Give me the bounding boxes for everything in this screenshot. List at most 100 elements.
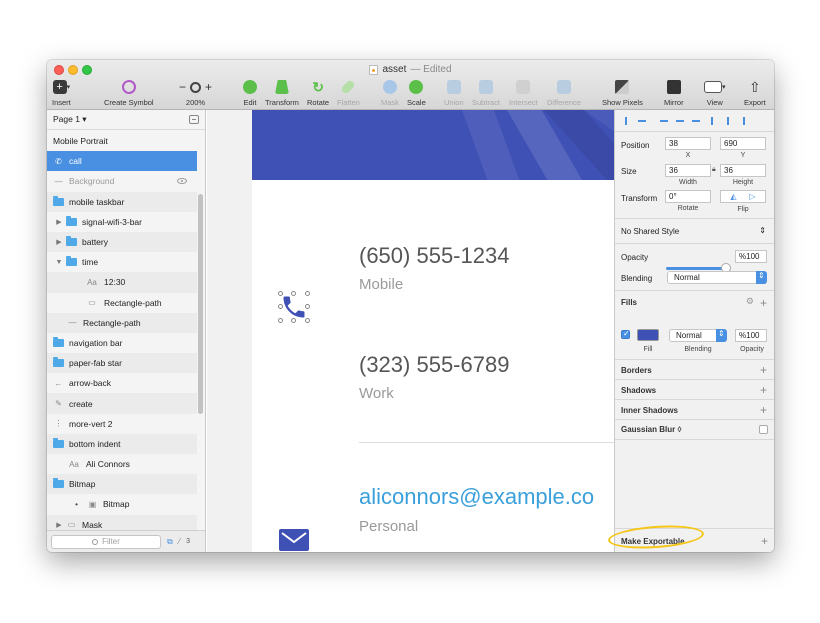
disclosure-right-icon[interactable]: ▶	[55, 218, 63, 226]
flatten-button[interactable]: Flatten	[337, 78, 360, 107]
resize-handle[interactable]	[278, 304, 283, 309]
lock-icon[interactable]: 🔒︎	[712, 166, 716, 174]
align-middle-icon[interactable]	[723, 116, 733, 126]
layers-scrollbar[interactable]	[198, 194, 203, 414]
mirror-icon	[666, 80, 681, 94]
layer-row[interactable]: ← arrow-back	[47, 373, 197, 393]
document-icon	[369, 64, 379, 75]
resize-handle[interactable]	[305, 291, 310, 296]
align-bottom-icon[interactable]	[739, 116, 749, 126]
layer-row[interactable]: ✎ create	[47, 393, 197, 414]
resize-handle[interactable]	[291, 291, 296, 296]
call-icon-selection[interactable]	[278, 291, 310, 323]
collapse-icon[interactable]	[189, 115, 199, 124]
subtract-button[interactable]: Subtract	[472, 78, 500, 107]
fill-enabled-checkbox[interactable]	[621, 329, 630, 339]
layer-row[interactable]: — Background	[47, 171, 197, 191]
blending-select[interactable]: Normal	[667, 271, 767, 284]
opacity-field[interactable]: %100	[735, 250, 767, 263]
add-inner-shadow-button[interactable]: +	[760, 404, 767, 416]
canvas[interactable]: (650) 555-1234 Mobile (323) 555-6789 Wor…	[207, 110, 614, 552]
zoom-in-button[interactable]: +	[205, 80, 212, 94]
layer-row[interactable]: ▼ time	[47, 252, 197, 272]
disclosure-right-icon[interactable]: ▶	[55, 238, 63, 246]
layer-row-selected[interactable]: ✆ call	[47, 151, 197, 172]
shared-style-select[interactable]: No Shared Style	[621, 227, 679, 236]
disclosure-right-icon[interactable]: ▶	[55, 521, 63, 529]
resize-handle[interactable]	[305, 304, 310, 309]
scale-button[interactable]: Scale	[407, 78, 426, 107]
height-field[interactable]: 36	[720, 164, 766, 177]
layer-row[interactable]: Aa 12:30	[47, 272, 197, 293]
layer-row[interactable]: Aa Ali Connors	[47, 454, 197, 474]
add-shadow-button[interactable]: +	[760, 384, 767, 396]
insert-button[interactable]: + ▾ Insert	[52, 78, 71, 107]
transform-button[interactable]: Transform	[265, 78, 299, 107]
layer-row[interactable]: • ▣ Bitmap	[47, 494, 197, 514]
edit-button[interactable]: Edit	[243, 78, 257, 107]
gear-icon[interactable]: ⚙	[746, 296, 754, 307]
add-fill-button[interactable]: +	[760, 297, 767, 309]
view-button[interactable]: ▾ View	[704, 78, 726, 107]
flip-control[interactable]: ◭ ▷	[720, 190, 766, 203]
artboard-mobile-portrait[interactable]: (650) 555-1234 Mobile (323) 555-6789 Wor…	[252, 110, 614, 552]
add-export-button[interactable]: +	[761, 535, 768, 547]
rotate-icon: ↻	[312, 78, 324, 95]
stepper-icon[interactable]	[716, 329, 727, 342]
rotate-button[interactable]: ↻ Rotate	[307, 78, 329, 108]
stepper-icon[interactable]	[756, 271, 767, 284]
gaussian-blur-select[interactable]: Gaussian Blur ◊	[621, 425, 681, 434]
disclosure-down-icon[interactable]: ▼	[55, 259, 63, 266]
fill-opacity-field[interactable]: %100	[735, 329, 767, 342]
layer-row[interactable]: mobile taskbar	[47, 191, 197, 212]
mirror-button[interactable]: Mirror	[664, 78, 684, 107]
position-y-field[interactable]: 690	[720, 137, 766, 150]
layer-row[interactable]: ▶ battery	[47, 231, 197, 253]
layer-row[interactable]: — Rectangle-path	[47, 312, 197, 333]
eye-icon[interactable]	[177, 178, 187, 185]
layer-row[interactable]: ⋮ more-vert 2	[47, 414, 197, 434]
page-selector[interactable]: Page 1 ▾	[47, 110, 205, 130]
layer-row[interactable]: ▭ Rectangle-path	[47, 293, 197, 313]
distribute-h-icon[interactable]	[659, 116, 669, 126]
export-button[interactable]: ⇧ Export	[744, 78, 766, 108]
fill-color-swatch[interactable]	[637, 329, 659, 341]
resize-handle[interactable]	[305, 318, 310, 323]
difference-button[interactable]: Difference	[547, 78, 581, 107]
layer-row[interactable]: navigation bar	[47, 333, 197, 353]
layer-row[interactable]: Bitmap	[47, 474, 197, 495]
add-border-button[interactable]: +	[760, 364, 767, 376]
resize-handle[interactable]	[291, 318, 296, 323]
resize-handle[interactable]	[278, 318, 283, 323]
layer-row[interactable]: ▶ signal-wifi-3-bar	[47, 212, 197, 232]
align-left-icon[interactable]	[621, 116, 631, 126]
show-pixels-button[interactable]: Show Pixels	[602, 78, 643, 107]
zoom-out-button[interactable]: −	[179, 80, 186, 94]
blur-enabled-checkbox[interactable]	[759, 425, 768, 434]
filter-input[interactable]: Filter	[51, 534, 161, 549]
fill-blend-select[interactable]: Normal	[669, 329, 727, 342]
mail-icon	[279, 529, 309, 551]
layer-row[interactable]: paper-fab star	[47, 353, 197, 374]
layer-row[interactable]: bottom indent	[47, 433, 197, 454]
slice-icon[interactable]: ⁄	[179, 537, 180, 546]
create-symbol-button[interactable]: Create Symbol	[104, 78, 154, 107]
align-center-icon[interactable]	[637, 116, 647, 126]
intersect-button[interactable]: Intersect	[509, 78, 538, 107]
width-field[interactable]: 36	[665, 164, 711, 177]
flip-vertical-icon[interactable]: ▷	[749, 192, 755, 201]
rotate-field[interactable]: 0°	[665, 190, 711, 203]
pages-icon[interactable]: ⧉	[167, 537, 173, 547]
union-button[interactable]: Union	[444, 78, 464, 107]
zoom-control[interactable]: − + 200%	[179, 78, 212, 107]
stepper-icon[interactable]: ⇕	[759, 226, 766, 235]
align-top-icon[interactable]	[707, 116, 717, 126]
opacity-slider-track[interactable]	[666, 267, 723, 270]
resize-handle[interactable]	[278, 291, 283, 296]
flip-horizontal-icon[interactable]: ◭	[730, 192, 736, 201]
mask-button[interactable]: Mask	[381, 78, 399, 107]
align-right-icon[interactable]	[691, 116, 701, 126]
position-x-field[interactable]: 38	[665, 137, 711, 150]
align-hcenter-icon[interactable]	[675, 116, 685, 126]
layer-row[interactable]: Mobile Portrait	[47, 131, 197, 151]
